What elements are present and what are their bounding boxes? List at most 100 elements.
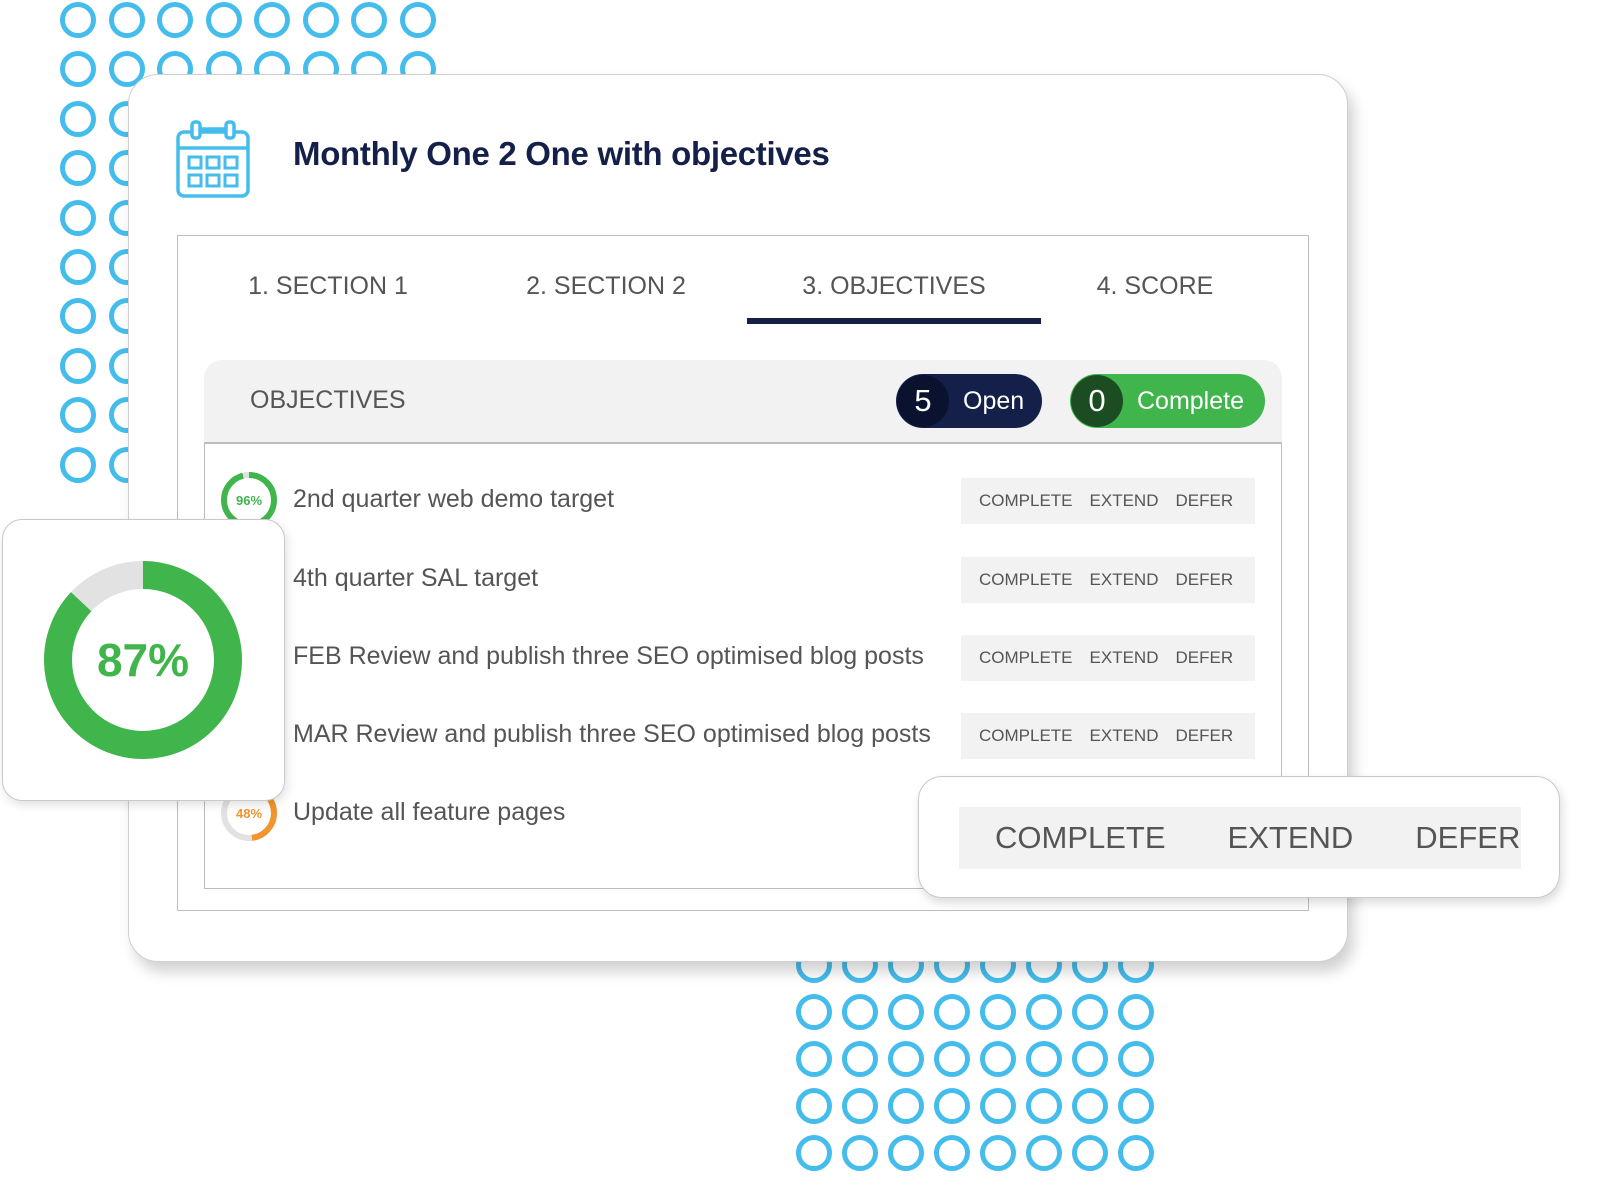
score-card: 87% <box>2 519 285 801</box>
tab-score[interactable]: 4. SCORE <box>1082 270 1228 324</box>
complete-count: 0 <box>1071 375 1123 427</box>
decorative-dot <box>60 397 96 434</box>
extend-action[interactable]: EXTEND <box>1090 491 1159 511</box>
decorative-dot <box>980 994 1016 1030</box>
tab-section-2[interactable]: 2. SECTION 2 <box>506 270 706 324</box>
decorative-dot <box>842 1041 878 1077</box>
callout-complete-action[interactable]: COMPLETE <box>995 820 1166 856</box>
decorative-dot-pattern-bottom-right <box>796 947 1164 1182</box>
score-value: 87% <box>96 634 190 686</box>
extend-action[interactable]: EXTEND <box>1090 570 1159 590</box>
decorative-dot <box>796 1135 832 1171</box>
decorative-dot <box>1118 994 1154 1030</box>
extend-action[interactable]: EXTEND <box>1090 726 1159 746</box>
callout-defer-action[interactable]: DEFER <box>1415 820 1520 856</box>
callout-action-group: COMPLETE EXTEND DEFER <box>959 807 1521 869</box>
decorative-dot <box>60 51 96 88</box>
decorative-dot <box>888 1088 924 1124</box>
decorative-dot <box>1026 994 1062 1030</box>
tab-section-1[interactable]: 1. SECTION 1 <box>228 270 428 324</box>
decorative-dot <box>60 248 96 285</box>
objective-title: 2nd quarter web demo target <box>293 485 615 513</box>
decorative-dot <box>60 2 96 38</box>
decorative-dot <box>1072 994 1108 1030</box>
decorative-dot <box>108 2 145 38</box>
decorative-dot <box>980 1041 1016 1077</box>
decorative-dot <box>60 199 96 236</box>
decorative-dot <box>60 100 96 137</box>
objective-action-group: COMPLETE EXTEND DEFER <box>961 713 1255 759</box>
decorative-dot <box>1072 1135 1108 1171</box>
complete-action[interactable]: COMPLETE <box>979 570 1073 590</box>
objective-action-group: COMPLETE EXTEND DEFER <box>961 557 1255 603</box>
open-count-badge[interactable]: 5 Open <box>896 374 1042 428</box>
extend-action[interactable]: EXTEND <box>1090 648 1159 668</box>
decorative-dot <box>888 1135 924 1171</box>
objective-action-group: COMPLETE EXTEND DEFER <box>961 635 1255 681</box>
decorative-dot <box>302 2 339 38</box>
decorative-dot <box>1118 1041 1154 1077</box>
defer-action[interactable]: DEFER <box>1176 570 1234 590</box>
objective-title: MAR Review and publish three SEO optimis… <box>293 720 931 748</box>
decorative-dot <box>254 2 290 38</box>
decorative-dot <box>60 446 96 483</box>
objective-row[interactable]: FEB Review and publish three SEO optimis… <box>205 628 1281 688</box>
complete-action[interactable]: COMPLETE <box>979 648 1073 668</box>
decorative-dot <box>205 2 242 38</box>
decorative-dot <box>1118 1088 1154 1124</box>
complete-action[interactable]: COMPLETE <box>979 726 1073 746</box>
calendar-icon <box>176 120 250 198</box>
decorative-dot <box>157 2 193 38</box>
open-label: Open <box>963 386 1025 415</box>
objective-title: Update all feature pages <box>293 798 566 826</box>
decorative-dot <box>351 2 387 38</box>
decorative-dot <box>1072 1088 1108 1124</box>
decorative-dot <box>60 150 96 187</box>
callout-extend-action[interactable]: EXTEND <box>1228 820 1354 856</box>
decorative-dot <box>1026 1088 1062 1124</box>
decorative-dot <box>1026 1135 1062 1171</box>
actions-callout: COMPLETE EXTEND DEFER <box>918 776 1560 898</box>
decorative-dot <box>399 2 436 38</box>
tab-label: 4. SCORE <box>1096 272 1214 300</box>
decorative-dot <box>980 1088 1016 1124</box>
decorative-dot <box>842 994 878 1030</box>
decorative-dot <box>1118 1135 1154 1171</box>
decorative-dot <box>888 1041 924 1077</box>
decorative-dot <box>842 1088 878 1124</box>
decorative-dot <box>934 994 970 1030</box>
defer-action[interactable]: DEFER <box>1176 491 1234 511</box>
complete-action[interactable]: COMPLETE <box>979 491 1073 511</box>
objective-row[interactable]: 4th quarter SAL target COMPLETE EXTEND DEFE… <box>205 550 1281 610</box>
objectives-header: OBJECTIVES 5 Open 0 Complete <box>204 360 1282 444</box>
tab-label: 1. SECTION 1 <box>248 272 408 300</box>
complete-count-badge[interactable]: 0 Complete <box>1070 374 1265 428</box>
decorative-dot <box>934 1135 970 1171</box>
decorative-dot <box>980 1135 1016 1171</box>
decorative-dot <box>796 994 832 1030</box>
defer-action[interactable]: DEFER <box>1176 726 1234 746</box>
page-title: Monthly One 2 One with objectives <box>293 135 830 172</box>
tab-label: 2. SECTION 2 <box>526 272 686 300</box>
decorative-dot <box>1026 1041 1062 1077</box>
decorative-dot <box>1072 1041 1108 1077</box>
decorative-dot <box>796 1041 832 1077</box>
decorative-dot <box>888 994 924 1030</box>
objective-row[interactable]: 96% 2nd quarter web demo target COMPLETE EX… <box>205 471 1281 531</box>
decorative-dot <box>934 1041 970 1077</box>
objective-title: 4th quarter SAL target <box>293 564 539 592</box>
objective-row[interactable]: MAR Review and publish three SEO optimis… <box>205 706 1281 766</box>
objective-title: FEB Review and publish three SEO optimis… <box>293 642 924 670</box>
decorative-dot <box>934 1088 970 1124</box>
decorative-dot <box>842 1135 878 1171</box>
complete-label: Complete <box>1137 386 1244 415</box>
objectives-heading: OBJECTIVES <box>250 386 406 414</box>
open-count: 5 <box>897 375 949 427</box>
tab-label: 3. OBJECTIVES <box>802 272 986 300</box>
decorative-dot <box>60 347 96 384</box>
decorative-dot <box>796 1088 832 1124</box>
tab-objectives[interactable]: 3. OBJECTIVES <box>747 270 1041 324</box>
defer-action[interactable]: DEFER <box>1176 648 1234 668</box>
section-tabs: 1. SECTION 1 2. SECTION 2 3. OBJECTIVES … <box>178 270 1308 328</box>
decorative-dot <box>60 298 96 335</box>
